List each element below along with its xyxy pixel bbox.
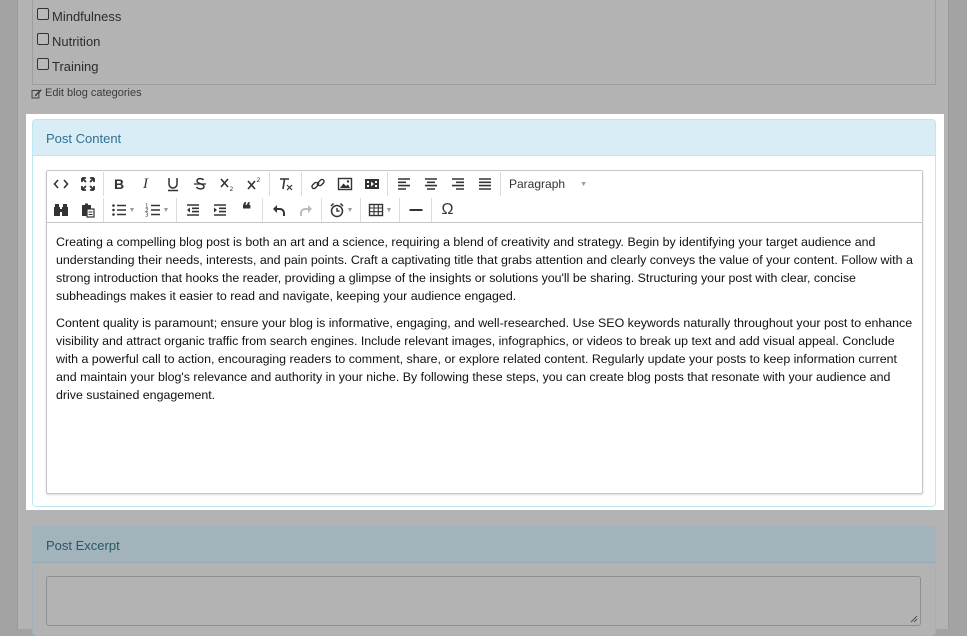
- chevron-down-icon: ▼: [162, 206, 170, 214]
- blockquote-icon[interactable]: ❝: [233, 198, 260, 222]
- toolbar-row-1: B I 2 2 Paragraph ▼: [47, 171, 587, 197]
- chevron-down-icon: ▼: [580, 180, 587, 188]
- category-item-mindfulness[interactable]: Mindfulness: [37, 6, 121, 26]
- edit-icon: [31, 88, 42, 98]
- post-excerpt-textarea[interactable]: [46, 576, 921, 626]
- numbered-list-icon[interactable]: 123 ▼: [140, 198, 174, 222]
- subscript-icon[interactable]: 2: [213, 172, 240, 196]
- category-item-nutrition[interactable]: Nutrition: [37, 31, 100, 51]
- underline-icon[interactable]: [159, 172, 186, 196]
- category-checkbox[interactable]: [37, 58, 49, 70]
- bullet-list-icon[interactable]: ▼: [106, 198, 140, 222]
- superscript-icon[interactable]: 2: [240, 172, 267, 196]
- paste-text-icon[interactable]: [75, 198, 101, 222]
- align-left-icon[interactable]: [390, 172, 417, 196]
- find-replace-icon[interactable]: [47, 198, 75, 222]
- category-label: Training: [52, 58, 99, 74]
- italic-icon[interactable]: I: [132, 172, 159, 196]
- undo-icon[interactable]: [265, 198, 292, 222]
- category-label: Mindfulness: [52, 8, 122, 24]
- table-icon[interactable]: ▼: [363, 198, 397, 222]
- outdent-icon[interactable]: [179, 198, 206, 222]
- editor-content-area[interactable]: Creating a compelling blog post is both …: [47, 223, 922, 404]
- indent-icon[interactable]: [206, 198, 233, 222]
- clear-format-icon[interactable]: [272, 172, 299, 196]
- categories-box: [32, 0, 936, 85]
- category-checkbox[interactable]: [37, 33, 49, 45]
- link-icon[interactable]: [304, 172, 331, 196]
- horizontal-rule-icon[interactable]: [402, 198, 429, 222]
- align-center-icon[interactable]: [417, 172, 444, 196]
- chevron-down-icon: ▼: [385, 206, 393, 214]
- code-icon[interactable]: [47, 172, 75, 196]
- align-justify-icon[interactable]: [471, 172, 498, 196]
- block-format-value: Paragraph: [509, 177, 566, 191]
- post-excerpt-heading: Post Excerpt: [33, 527, 935, 563]
- fullscreen-icon[interactable]: [75, 172, 101, 196]
- post-content-heading: Post Content: [33, 120, 935, 156]
- edit-blog-categories-link[interactable]: Edit blog categories: [31, 87, 142, 99]
- redo-icon[interactable]: [292, 198, 319, 222]
- special-char-icon[interactable]: Ω: [434, 198, 461, 222]
- insert-time-icon[interactable]: ▼: [324, 198, 358, 222]
- category-checkbox[interactable]: [37, 8, 49, 20]
- chevron-down-icon: ▼: [346, 206, 354, 214]
- category-label: Nutrition: [52, 33, 101, 49]
- bold-icon[interactable]: B: [106, 172, 132, 196]
- post-content-panel: Post Content B I 2 2 Paragraph ▼ ▼ 1 2 3…: [32, 119, 936, 507]
- category-item-training[interactable]: Training: [37, 56, 98, 76]
- chevron-down-icon: ▼: [128, 206, 136, 214]
- content-paragraph: Creating a compelling blog post is both …: [56, 235, 913, 303]
- svg-text:2: 2: [256, 177, 260, 184]
- content-paragraph: Content quality is paramount; ensure you…: [56, 316, 913, 402]
- svg-text:2: 2: [229, 186, 233, 192]
- edit-blog-categories-label: Edit blog categories: [45, 87, 142, 99]
- resize-grip-icon[interactable]: [910, 615, 918, 623]
- media-icon[interactable]: [358, 172, 385, 196]
- rich-text-editor[interactable]: B I 2 2 Paragraph ▼ ▼ 1 2 3 ▼ ❝ ▼ ▼ Ω Cr…: [46, 170, 923, 494]
- image-icon[interactable]: [331, 172, 358, 196]
- strikethrough-icon[interactable]: [186, 172, 213, 196]
- block-format-select[interactable]: Paragraph ▼: [503, 172, 587, 196]
- align-right-icon[interactable]: [444, 172, 471, 196]
- toolbar-row-2: ▼ 123 ▼ ❝ ▼ ▼ Ω: [47, 197, 461, 223]
- svg-text:3: 3: [145, 213, 149, 219]
- post-excerpt-panel: Post Excerpt: [32, 526, 936, 636]
- post-content-highlight: Post Content B I 2 2 Paragraph ▼ ▼ 1 2 3…: [26, 114, 944, 510]
- editor-toolbar: B I 2 2 Paragraph ▼ ▼ 1 2 3 ▼ ❝ ▼ ▼ Ω: [47, 171, 922, 223]
